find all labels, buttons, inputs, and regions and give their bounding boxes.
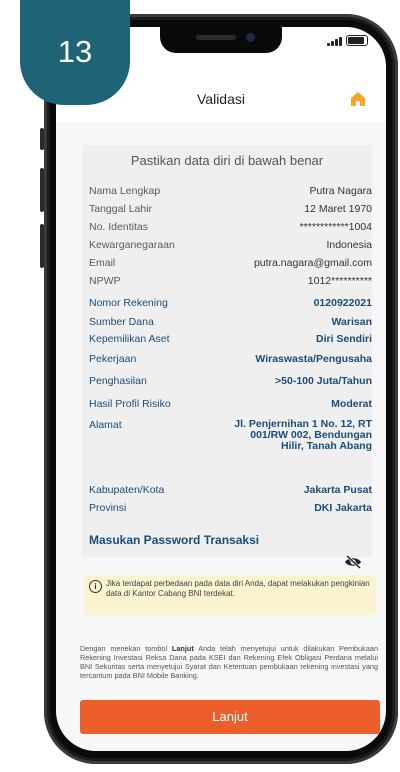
speaker-grille <box>196 35 236 40</box>
row-label: No. Identitas <box>89 221 148 233</box>
row-value: 0120922021 <box>313 297 372 309</box>
row-value: ************1004 <box>299 221 372 233</box>
volume-down-button <box>40 224 44 268</box>
row-value: Warisan <box>331 316 372 328</box>
row-label: Kabupaten/Kota <box>89 484 165 496</box>
row-value: Diri Sendiri <box>315 333 372 345</box>
front-camera <box>246 33 255 42</box>
row-value: 1012********** <box>307 275 372 287</box>
row-value: putra.nagara@gmail.com <box>253 257 372 269</box>
row-label: NPWP <box>89 275 121 287</box>
row-value: >50-100 Juta/Tahun <box>275 375 372 387</box>
row-label: Sumber Dana <box>89 316 154 328</box>
row-value: Jl. Penjernihan 1 No. 12, RT 001/RW 002,… <box>234 418 372 452</box>
row-value: Indonesia <box>326 239 372 251</box>
status-bar-icons <box>327 35 368 46</box>
row-value: Moderat <box>331 398 372 410</box>
disclaimer-prefix: Dengan menekan tombol <box>80 644 172 653</box>
row-label: Kewarganegaraan <box>89 239 175 251</box>
password-field-label: Masukan Password Transaksi <box>89 533 260 547</box>
row-value: Jakarta Pusat <box>303 484 372 496</box>
row-value: 12 Maret 1970 <box>304 203 372 215</box>
row-label: Nomor Rekening <box>89 297 168 309</box>
row-value: Putra Nagara <box>309 185 372 197</box>
battery-icon <box>346 35 368 46</box>
home-icon[interactable] <box>350 91 366 107</box>
card-title: Pastikan data diri di bawah benar <box>130 153 324 168</box>
eye-slash-icon[interactable] <box>344 555 362 569</box>
row-label: Hasil Profil Risiko <box>89 398 171 410</box>
info-icon: i <box>89 580 102 593</box>
mute-switch <box>40 128 44 150</box>
row-label: Provinsi <box>89 502 127 514</box>
lanjut-button[interactable]: Lanjut <box>80 700 380 734</box>
data-confirmation-card: Pastikan data diri di bawah benar Nama L… <box>82 145 372 569</box>
row-label: Tanggal Lahir <box>89 203 153 215</box>
step-badge: 13 <box>20 0 130 105</box>
signal-icon <box>327 36 342 46</box>
notch <box>160 27 282 53</box>
disclaimer-text: Dengan menekan tombol Lanjut Anda telah … <box>80 644 378 680</box>
info-notice: i Jika terdapat perbedaan pada data diri… <box>84 575 376 615</box>
row-label: Penghasilan <box>89 375 147 387</box>
row-label: Alamat <box>89 419 122 431</box>
step-number: 13 <box>57 34 93 69</box>
row-label: Nama Lengkap <box>89 185 161 197</box>
disclaimer-bold: Lanjut <box>171 644 194 653</box>
volume-up-button <box>40 168 44 212</box>
phone-screen: ‹ Validasi Pastikan data diri di bawah b… <box>56 27 386 751</box>
notice-text: Jika terdapat perbedaan pada data diri A… <box>106 579 370 598</box>
row-label: Pekerjaan <box>89 353 137 365</box>
row-value: DKI Jakarta <box>314 502 372 514</box>
row-label: Kepemilikan Aset <box>89 333 170 345</box>
row-label: Email <box>89 257 116 269</box>
row-value: Wiraswasta/Pengusaha <box>255 353 372 365</box>
